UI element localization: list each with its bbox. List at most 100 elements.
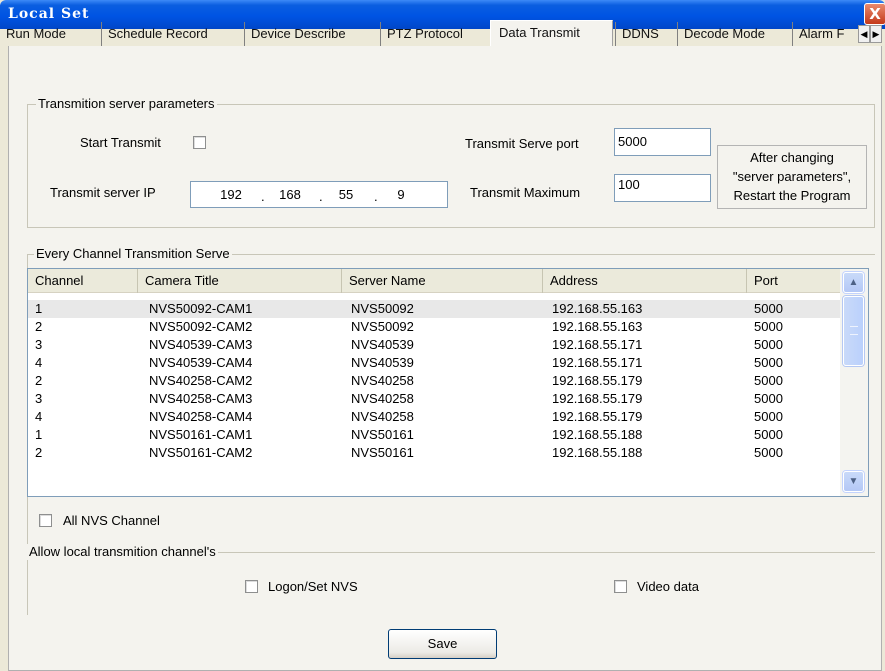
table-row[interactable]: 1 NVS50092-CAM1 NVS50092 192.168.55.163 … xyxy=(28,300,840,318)
tab-data-transmit[interactable]: Data Transmit xyxy=(490,20,613,47)
cell-channel: 3 xyxy=(35,337,43,352)
cell-address: 192.168.55.179 xyxy=(552,409,643,424)
cell-camera-title: NVS50092-CAM1 xyxy=(149,301,253,316)
scroll-up-icon[interactable]: ▲ xyxy=(843,272,864,293)
column-camera-title[interactable]: Camera Title xyxy=(138,269,342,293)
server-params-title: Transmition server parameters xyxy=(36,96,217,112)
maximum-input[interactable]: 100 xyxy=(614,174,711,202)
cell-server-name: NVS50092 xyxy=(351,319,414,334)
table-row[interactable]: 2 NVS50092-CAM2 NVS50092 192.168.55.163 … xyxy=(28,318,840,336)
save-button[interactable]: Save xyxy=(388,629,497,659)
cell-camera-title: NVS40539-CAM4 xyxy=(149,355,253,370)
cell-server-name: NVS40258 xyxy=(351,409,414,424)
allow-local-group: Allow local transmition channel's xyxy=(27,544,875,615)
table-row[interactable]: 3 NVS40258-CAM3 NVS40258 192.168.55.179 … xyxy=(28,390,840,408)
server-ip-field[interactable]: 192 . 168 . 55 . 9 xyxy=(190,181,448,208)
tab-strip: Run Mode Schedule Record Device Describe… xyxy=(0,20,885,47)
tab-ddns[interactable]: DDNS xyxy=(615,22,675,46)
cell-address: 192.168.55.163 xyxy=(552,301,643,316)
tab-decode-mode[interactable]: Decode Mode xyxy=(677,22,791,46)
cell-address: 192.168.55.171 xyxy=(552,355,643,370)
allow-local-title: Allow local transmition channel's xyxy=(27,544,218,560)
cell-address: 192.168.55.179 xyxy=(552,373,643,388)
serve-port-input[interactable]: 5000 xyxy=(614,128,711,156)
ip-octet-4[interactable]: 9 xyxy=(381,187,421,202)
cell-server-name: NVS50161 xyxy=(351,427,414,442)
tab-schedule-record[interactable]: Schedule Record xyxy=(101,22,243,46)
tab-ptz-protocol[interactable]: PTZ Protocol xyxy=(380,22,490,46)
cell-address: 192.168.55.171 xyxy=(552,337,643,352)
cell-port: 5000 xyxy=(754,409,783,424)
table-row[interactable]: 3 NVS40539-CAM3 NVS40539 192.168.55.171 … xyxy=(28,336,840,354)
cell-port: 5000 xyxy=(754,319,783,334)
restart-note-line-1: After changing xyxy=(750,150,834,165)
cell-channel: 2 xyxy=(35,445,43,460)
scroll-thumb[interactable] xyxy=(843,296,864,366)
table-row[interactable]: 1 NVS50161-CAM1 NVS50161 192.168.55.188 … xyxy=(28,426,840,444)
scroll-down-icon[interactable]: ▼ xyxy=(843,471,864,492)
cell-server-name: NVS40258 xyxy=(351,391,414,406)
server-ip-label: Transmit server IP xyxy=(50,185,156,200)
tab-scroll-left-icon[interactable]: ◀ xyxy=(858,25,870,43)
cell-camera-title: NVS40258-CAM3 xyxy=(149,391,253,406)
cell-camera-title: NVS40539-CAM3 xyxy=(149,337,253,352)
column-channel[interactable]: Channel xyxy=(28,269,138,293)
table-scrollbar[interactable]: ▲ ▼ xyxy=(840,269,868,496)
cell-address: 192.168.55.163 xyxy=(552,319,643,334)
cell-address: 192.168.55.188 xyxy=(552,427,643,442)
restart-note: After changing "server parameters", Rest… xyxy=(717,145,867,209)
cell-port: 5000 xyxy=(754,301,783,316)
tab-alarm[interactable]: Alarm F xyxy=(792,22,856,46)
restart-note-line-2: "server parameters", xyxy=(732,169,852,184)
cell-port: 5000 xyxy=(754,355,783,370)
cell-channel: 2 xyxy=(35,319,43,334)
cell-server-name: NVS50092 xyxy=(351,301,414,316)
channel-table[interactable]: Channel Camera Title Server Name Address… xyxy=(27,268,869,497)
tab-device-describe[interactable]: Device Describe xyxy=(244,22,378,46)
maximum-label: Transmit Maximum xyxy=(470,185,581,200)
start-transmit-label: Start Transmit xyxy=(80,135,161,150)
cell-channel: 4 xyxy=(35,355,43,370)
cell-port: 5000 xyxy=(754,391,783,406)
tab-run-mode[interactable]: Run Mode xyxy=(0,22,98,46)
serve-port-label: Transmit Serve port xyxy=(465,136,579,151)
ip-dot: . xyxy=(261,189,265,204)
cell-channel: 1 xyxy=(35,427,43,442)
video-data-checkbox[interactable] xyxy=(614,580,627,593)
ip-octet-2[interactable]: 168 xyxy=(270,187,310,202)
cell-port: 5000 xyxy=(754,373,783,388)
column-port[interactable]: Port xyxy=(747,269,840,293)
logon-set-nvs-checkbox[interactable] xyxy=(245,580,258,593)
cell-server-name: NVS40258 xyxy=(351,373,414,388)
cell-address: 192.168.55.179 xyxy=(552,391,643,406)
table-row[interactable]: 2 NVS50161-CAM2 NVS50161 192.168.55.188 … xyxy=(28,444,840,462)
cell-address: 192.168.55.188 xyxy=(552,445,643,460)
tab-scroll-right-icon[interactable]: ▶ xyxy=(870,25,882,43)
ip-dot: . xyxy=(319,189,323,204)
all-nvs-label: All NVS Channel xyxy=(63,513,160,528)
cell-channel: 2 xyxy=(35,373,43,388)
logon-set-nvs-label: Logon/Set NVS xyxy=(268,579,358,594)
cell-port: 5000 xyxy=(754,427,783,442)
ip-dot: . xyxy=(374,189,378,204)
table-row[interactable]: 2 NVS40258-CAM2 NVS40258 192.168.55.179 … xyxy=(28,372,840,390)
cell-camera-title: NVS50161-CAM2 xyxy=(149,445,253,460)
cell-server-name: NVS40539 xyxy=(351,355,414,370)
column-address[interactable]: Address xyxy=(543,269,747,293)
table-row[interactable]: 4 NVS40539-CAM4 NVS40539 192.168.55.171 … xyxy=(28,354,840,372)
cell-camera-title: NVS50092-CAM2 xyxy=(149,319,253,334)
cell-port: 5000 xyxy=(754,337,783,352)
cell-server-name: NVS50161 xyxy=(351,445,414,460)
ip-octet-1[interactable]: 192 xyxy=(211,187,251,202)
table-header: Channel Camera Title Server Name Address… xyxy=(28,269,840,293)
all-nvs-checkbox[interactable] xyxy=(39,514,52,527)
cell-channel: 4 xyxy=(35,409,43,424)
start-transmit-checkbox[interactable] xyxy=(193,136,206,149)
table-row[interactable]: 4 NVS40258-CAM4 NVS40258 192.168.55.179 … xyxy=(28,408,840,426)
column-server-name[interactable]: Server Name xyxy=(342,269,543,293)
ip-octet-3[interactable]: 55 xyxy=(326,187,366,202)
cell-camera-title: NVS50161-CAM1 xyxy=(149,427,253,442)
cell-camera-title: NVS40258-CAM2 xyxy=(149,373,253,388)
cell-channel: 1 xyxy=(35,301,43,316)
video-data-label: Video data xyxy=(637,579,699,594)
